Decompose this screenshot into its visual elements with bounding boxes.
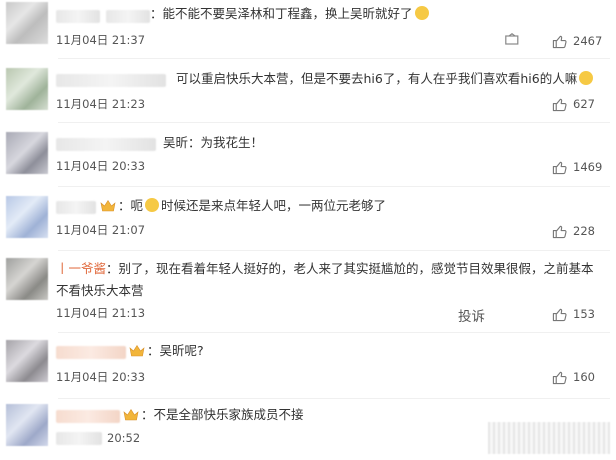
like-button[interactable]: 1469 <box>552 159 602 175</box>
comment-time: 11月04日 21:37 <box>56 33 146 47</box>
comment-time: 20:52 <box>107 431 141 445</box>
divider <box>58 250 610 251</box>
like-button[interactable]: 160 <box>552 369 595 385</box>
thumbs-up-icon <box>552 35 567 48</box>
crown-badge-icon <box>100 199 116 212</box>
avatar[interactable] <box>6 404 48 446</box>
thumbs-up-icon <box>552 98 567 111</box>
comment-time: 11月04日 21:07 <box>56 223 146 237</box>
like-button[interactable]: 627 <box>552 96 595 112</box>
divider <box>58 58 610 59</box>
thumbs-up-icon <box>552 161 567 174</box>
share-icon[interactable] <box>505 33 519 45</box>
comment-text: 丨一爷酱：别了，现在看着年轻人挺好的，老人来了其实挺尴尬的，感觉节目效果很假，之… <box>56 261 594 298</box>
comment-text: 可以重启快乐大本营，但是不要去hi6了，有人在乎我们喜欢看hi6的人嘛 <box>176 68 594 90</box>
comment-item: 丨一爷酱：别了，现在看着年轻人挺好的，老人来了其实挺尴尬的，感觉节目效果很假，之… <box>0 252 616 332</box>
divider <box>58 332 610 333</box>
date-blurred <box>56 432 102 445</box>
comment-item: ：呃 时候还是来点年轻人吧，一两位元老够了 11月04日 21:07 228 <box>0 188 616 248</box>
divider <box>58 186 610 187</box>
username-link[interactable]: 丨一爷酱 <box>56 261 106 276</box>
pleading-face-emoji-icon <box>579 71 594 85</box>
thumbs-up-icon <box>552 225 567 238</box>
like-count: 153 <box>573 307 595 321</box>
avatar[interactable] <box>6 2 48 44</box>
username-blurred[interactable] <box>56 138 156 151</box>
comment-item: 吴昕：为我花生！ 11月04日 20:33 1469 <box>0 124 616 184</box>
thumbs-up-icon <box>552 371 567 384</box>
like-count: 228 <box>573 224 595 238</box>
comment-text: ：吴昕呢? <box>127 340 204 362</box>
username-blurred[interactable] <box>56 346 126 359</box>
report-button[interactable]: 投诉 <box>458 305 485 325</box>
sweat-smile-face-emoji-icon <box>145 198 160 212</box>
avatar[interactable] <box>6 340 48 382</box>
comment-item: ：吴昕呢? 11月04日 20:33 160 <box>0 334 616 396</box>
like-count: 160 <box>573 370 595 384</box>
watermark <box>488 422 610 454</box>
comment-item: ：能不能不要吴泽林和丁程鑫，换上吴昕就好了 11月04日 21:37 2467 <box>0 0 616 58</box>
avatar[interactable] <box>6 196 48 238</box>
comment-text: ：能不能不要吴泽林和丁程鑫，换上吴昕就好了 <box>150 3 429 25</box>
comment-time: 11月04日 21:23 <box>56 97 146 111</box>
thumbs-up-icon <box>552 308 567 321</box>
crown-badge-icon <box>123 408 139 421</box>
comment-time: 11月04日 20:33 <box>56 370 146 384</box>
like-button[interactable]: 228 <box>552 223 595 239</box>
comment-time: 11月04日 21:13 <box>56 306 146 320</box>
like-button[interactable]: 153 <box>552 306 595 322</box>
like-count: 1469 <box>573 160 603 174</box>
comment-text: 吴昕：为我花生！ <box>163 135 264 150</box>
comment-time: 11月04日 20:33 <box>56 159 146 173</box>
avatar[interactable] <box>6 68 48 110</box>
username-blurred[interactable] <box>106 10 150 23</box>
username-blurred[interactable] <box>56 10 100 23</box>
divider <box>58 398 610 399</box>
like-button[interactable]: 2467 <box>552 33 602 49</box>
crown-badge-icon <box>129 344 145 357</box>
like-count: 627 <box>573 97 595 111</box>
comment-text: ：不是全部快乐家族成员不接 <box>121 404 304 426</box>
comment-item: 可以重启快乐大本营，但是不要去hi6了，有人在乎我们喜欢看hi6的人嘛 11月0… <box>0 60 616 120</box>
comment-text: ：呃 时候还是来点年轻人吧，一两位元老够了 <box>98 195 386 217</box>
username-blurred[interactable] <box>56 201 96 214</box>
username-blurred[interactable] <box>56 74 166 87</box>
crying-face-emoji-icon <box>414 6 429 20</box>
username-blurred[interactable] <box>56 410 120 423</box>
avatar[interactable] <box>6 258 48 300</box>
avatar[interactable] <box>6 132 48 174</box>
divider <box>58 122 610 123</box>
like-count: 2467 <box>573 34 603 48</box>
